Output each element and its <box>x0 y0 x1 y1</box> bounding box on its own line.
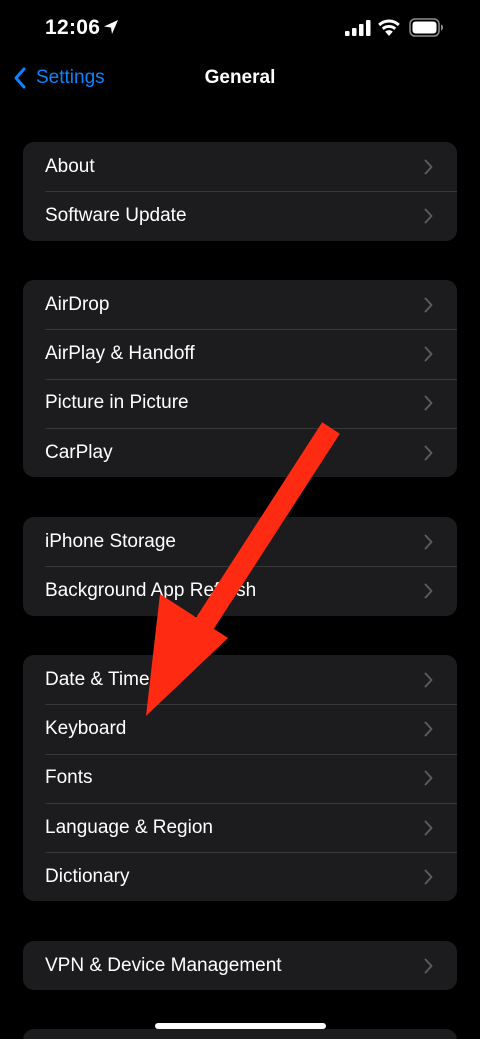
wifi-icon <box>378 19 400 36</box>
row-label: Dictionary <box>45 865 130 887</box>
settings-general-screen: 12:06 Settings General About Software Up… <box>0 0 480 1039</box>
row-airplay-handoff[interactable]: AirPlay & Handoff <box>23 329 457 378</box>
row-software-update[interactable]: Software Update <box>23 191 457 240</box>
chevron-right-icon <box>424 583 433 599</box>
navigation-bar: Settings General <box>0 58 480 98</box>
row-picture-in-picture[interactable]: Picture in Picture <box>23 378 457 428</box>
row-label: Background App Refresh <box>45 579 257 601</box>
chevron-right-icon <box>424 395 433 411</box>
row-language-region[interactable]: Language & Region <box>23 802 457 852</box>
page-title: General <box>204 67 276 88</box>
status-time: 12:06 <box>45 16 101 39</box>
row-fonts[interactable]: Fonts <box>23 753 457 803</box>
row-vpn-device-management[interactable]: VPN & Device Management <box>23 941 457 990</box>
chevron-right-icon <box>424 297 433 313</box>
location-arrow-icon <box>104 20 118 34</box>
row-label: Date & Time <box>45 668 150 690</box>
chevron-right-icon <box>424 159 433 175</box>
chevron-right-icon <box>424 445 433 461</box>
chevron-right-icon <box>424 672 433 688</box>
row-label: Software Update <box>45 204 187 226</box>
chevron-right-icon <box>424 958 433 974</box>
row-carplay[interactable]: CarPlay <box>23 427 457 477</box>
row-label: Language & Region <box>45 816 213 838</box>
row-background-app-refresh[interactable]: Background App Refresh <box>23 566 457 615</box>
chevron-right-icon <box>424 346 433 362</box>
row-label: AirDrop <box>45 293 110 315</box>
settings-group-connectivity: AirDrop AirPlay & Handoff Picture in Pic… <box>23 280 457 478</box>
row-label: About <box>45 155 95 177</box>
chevron-right-icon <box>424 208 433 224</box>
row-label: Picture in Picture <box>45 392 189 414</box>
home-indicator <box>155 1023 326 1029</box>
cellular-signal-icon <box>345 20 371 36</box>
row-keyboard[interactable]: Keyboard <box>23 704 457 753</box>
chevron-right-icon <box>424 770 433 786</box>
row-label: AirPlay & Handoff <box>45 342 195 364</box>
row-label: CarPlay <box>45 441 113 463</box>
settings-group-next-partial <box>23 1029 457 1039</box>
row-label: iPhone Storage <box>45 530 176 552</box>
row-label: Fonts <box>45 767 93 789</box>
chevron-right-icon <box>424 534 433 550</box>
settings-group-vpn: VPN & Device Management <box>23 941 457 991</box>
settings-group-about: About Software Update <box>23 142 457 241</box>
row-date-time[interactable]: Date & Time <box>23 655 457 704</box>
settings-group-storage: iPhone Storage Background App Refresh <box>23 517 457 616</box>
row-label: VPN & Device Management <box>45 954 282 976</box>
row-about[interactable]: About <box>23 142 457 191</box>
row-dictionary[interactable]: Dictionary <box>23 852 457 901</box>
battery-icon <box>409 18 443 37</box>
row-airdrop[interactable]: AirDrop <box>23 280 457 329</box>
chevron-right-icon <box>424 820 433 836</box>
settings-group-locale: Date & Time Keyboard Fonts Language & Re… <box>23 655 457 902</box>
chevron-right-icon <box>424 869 433 885</box>
row-label: Keyboard <box>45 717 127 739</box>
status-bar: 12:06 <box>0 0 480 58</box>
row-iphone-storage[interactable]: iPhone Storage <box>23 517 457 566</box>
chevron-right-icon <box>424 721 433 737</box>
